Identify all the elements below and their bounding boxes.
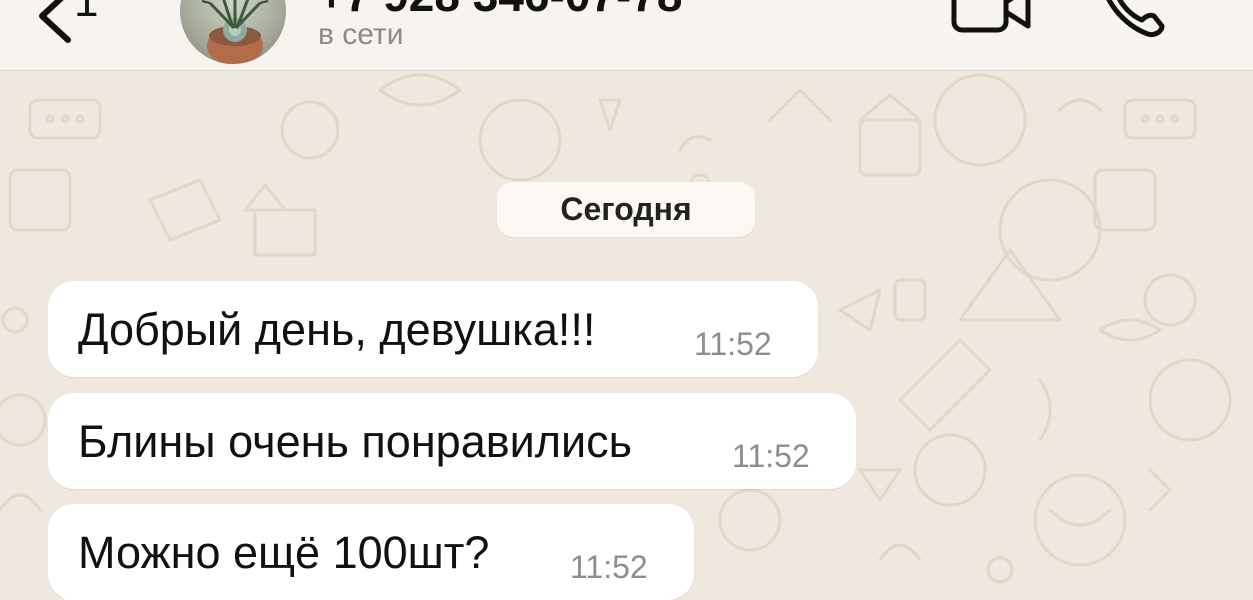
avatar-image [201,0,269,64]
phone-icon [1106,0,1165,37]
message-time: 11:52 [694,326,772,362]
video-camera-icon [951,0,1031,33]
chevron-left-icon [39,0,71,43]
chat-header: 1 +7 928 346-07-78 в сети [0,0,1253,71]
bubble-tail [50,578,70,600]
voice-call-button[interactable] [1098,0,1168,45]
avatar[interactable] [180,0,286,64]
message-time: 11:52 [732,438,810,474]
message-time: 11:52 [570,549,648,585]
date-separator: Сегодня [497,182,755,237]
message-text: Можно ещё 100шт? [78,527,490,578]
presence-status: в сети [318,18,404,51]
unread-count: 1 [74,0,99,26]
message-bubble[interactable]: Блины очень понравились 11:52 [48,393,856,489]
message-text: Блины очень понравились [78,416,633,467]
video-call-button[interactable] [950,0,1032,41]
message-bubble[interactable]: Добрый день, девушка!!! 11:52 [48,281,818,377]
message-text: Добрый день, девушка!!! [78,304,596,355]
message-bubble[interactable]: Можно ещё 100шт? 11:52 [48,504,694,600]
contact-name[interactable]: +7 928 346-07-78 [318,0,682,18]
